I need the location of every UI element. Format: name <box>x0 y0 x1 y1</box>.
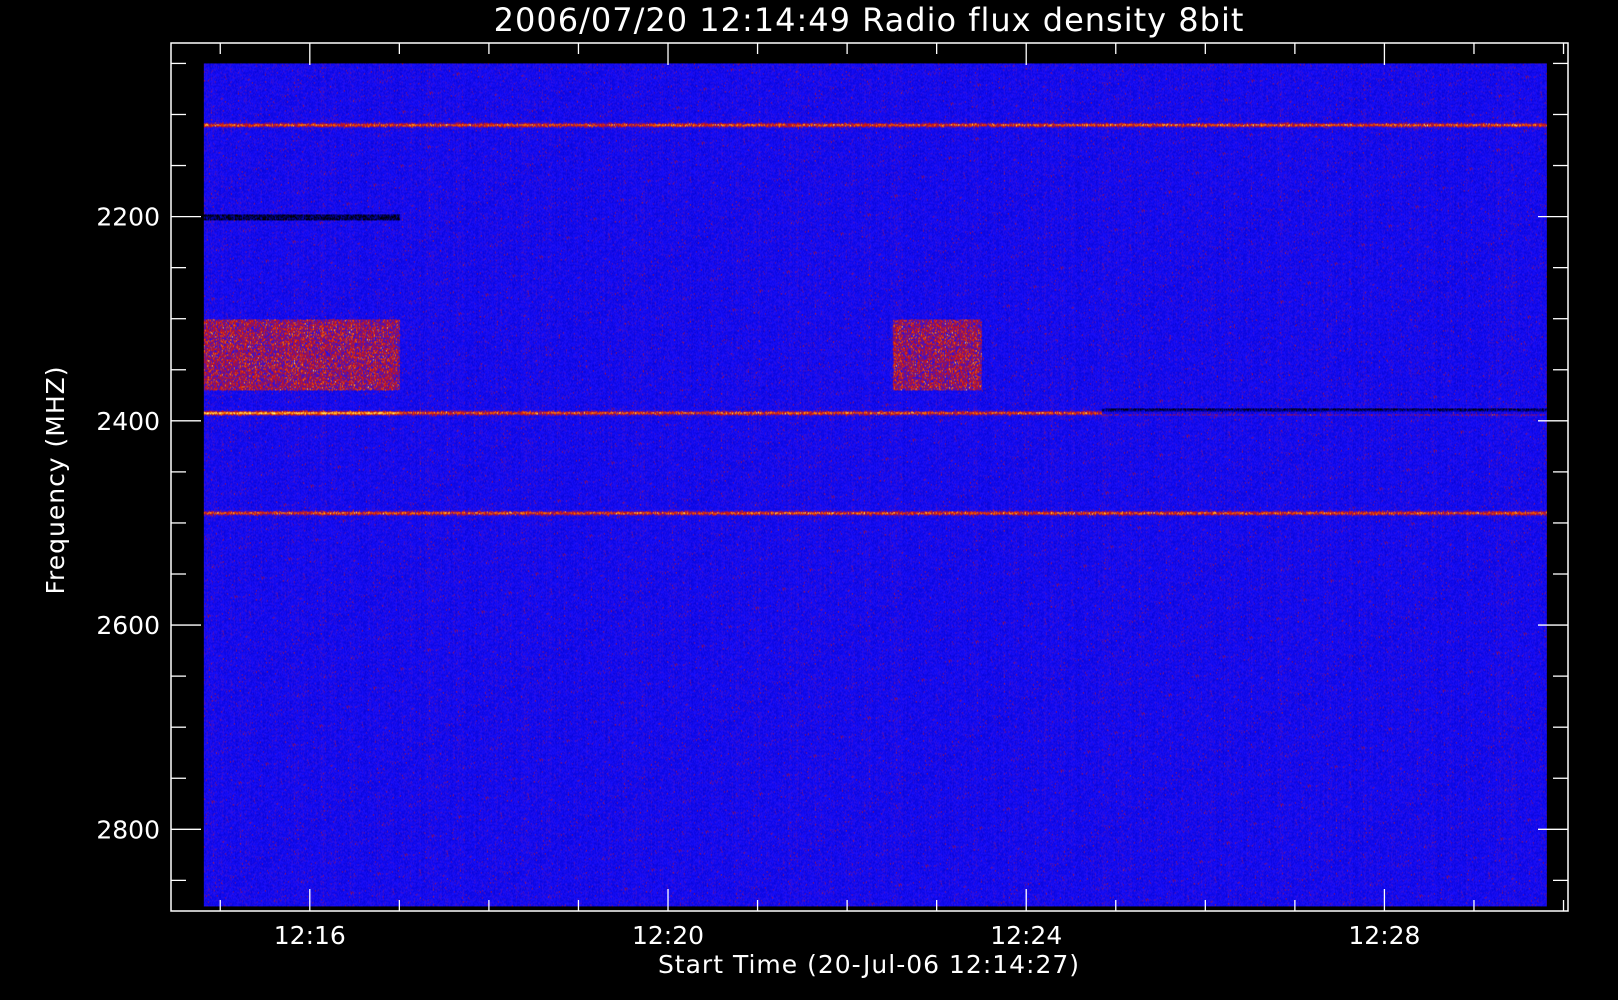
y-tick-label: 2400 <box>96 407 160 436</box>
spectrogram-chart: 2006/07/20 12:14:49 Radio flux density 8… <box>0 0 1618 1000</box>
x-axis-title: Start Time (20-Jul-06 12:14:27) <box>658 950 1080 979</box>
y-tick-label: 2800 <box>96 815 160 844</box>
heatmap-raster <box>203 63 1547 907</box>
heatmap-image <box>203 63 1547 907</box>
y-axis-title: Frequency (MHZ) <box>41 365 70 594</box>
x-tick-label: 12:24 <box>990 921 1062 950</box>
chart-title: 2006/07/20 12:14:49 Radio flux density 8… <box>494 1 1245 39</box>
x-tick-label: 12:16 <box>274 921 346 950</box>
y-tick-label: 2200 <box>96 203 160 232</box>
y-tick-label: 2600 <box>96 611 160 640</box>
x-tick-label: 12:20 <box>632 921 704 950</box>
x-tick-label: 12:28 <box>1348 921 1420 950</box>
